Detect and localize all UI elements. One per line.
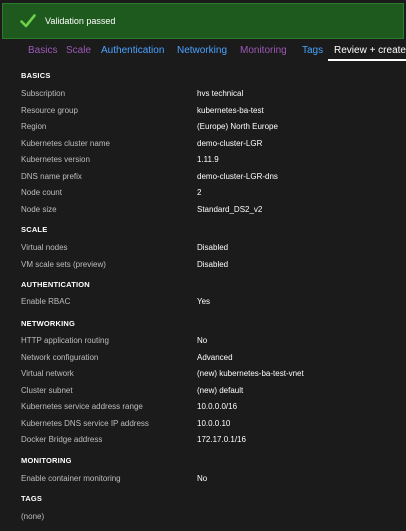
value-vm-scale-sets: Disabled bbox=[197, 260, 229, 269]
label-network-configuration: Network configuration bbox=[21, 353, 99, 362]
validation-text: Validation passed bbox=[45, 16, 116, 26]
label-subscription: Subscription bbox=[21, 89, 66, 98]
wizard-tabs: Basics Scale Authentication Networking M… bbox=[0, 40, 406, 62]
value-node-size: Standard_DS2_v2 bbox=[197, 205, 263, 214]
value-dns-prefix: demo-cluster-LGR-dns bbox=[197, 172, 278, 181]
tab-review-create[interactable]: Review + create bbox=[334, 44, 406, 58]
section-title-authentication: AUTHENTICATION bbox=[21, 280, 90, 289]
label-docker-bridge: Docker Bridge address bbox=[21, 435, 103, 444]
value-resource-group: kubernetes-ba-test bbox=[197, 106, 264, 115]
value-service-address-range: 10.0.0.0/16 bbox=[197, 402, 238, 411]
label-virtual-nodes: Virtual nodes bbox=[21, 243, 68, 252]
tab-authentication[interactable]: Authentication bbox=[101, 44, 164, 58]
validation-banner: Validation passed bbox=[2, 3, 404, 39]
value-network-configuration: Advanced bbox=[197, 353, 233, 362]
value-region: (Europe) North Europe bbox=[197, 122, 278, 131]
checkmark-icon bbox=[20, 13, 36, 29]
label-cluster-name: Kubernetes cluster name bbox=[21, 139, 110, 148]
label-node-size: Node size bbox=[21, 205, 57, 214]
label-tags-none: (none) bbox=[21, 512, 45, 521]
value-http-routing: No bbox=[197, 336, 208, 345]
label-virtual-network: Virtual network bbox=[21, 369, 74, 378]
label-http-routing: HTTP application routing bbox=[21, 336, 109, 345]
section-title-scale: SCALE bbox=[21, 225, 48, 234]
tab-networking[interactable]: Networking bbox=[177, 44, 227, 58]
label-dns-prefix: DNS name prefix bbox=[21, 172, 82, 181]
label-enable-rbac: Enable RBAC bbox=[21, 297, 71, 306]
label-cluster-subnet: Cluster subnet bbox=[21, 386, 73, 395]
label-container-monitoring: Enable container monitoring bbox=[21, 474, 121, 483]
section-title-networking: NETWORKING bbox=[21, 319, 76, 328]
value-cluster-subnet: (new) default bbox=[197, 386, 244, 395]
label-resource-group: Resource group bbox=[21, 106, 78, 115]
tab-basics[interactable]: Basics bbox=[28, 44, 57, 58]
label-dns-service-ip: Kubernetes DNS service IP address bbox=[21, 419, 149, 428]
label-kubernetes-version: Kubernetes version bbox=[21, 155, 90, 164]
label-node-count: Node count bbox=[21, 188, 62, 197]
section-title-monitoring: MONITORING bbox=[21, 456, 72, 465]
section-title-tags: TAGS bbox=[21, 494, 43, 503]
label-service-address-range: Kubernetes service address range bbox=[21, 402, 143, 411]
tab-scale[interactable]: Scale bbox=[66, 44, 91, 58]
value-enable-rbac: Yes bbox=[197, 297, 211, 306]
tab-tags[interactable]: Tags bbox=[302, 44, 323, 58]
section-title-basics: BASICS bbox=[21, 71, 51, 80]
value-subscription: hvs technical bbox=[197, 89, 244, 98]
value-node-count: 2 bbox=[197, 188, 202, 197]
tab-monitoring[interactable]: Monitoring bbox=[240, 44, 287, 58]
value-virtual-nodes: Disabled bbox=[197, 243, 229, 252]
value-virtual-network: (new) kubernetes-ba-test-vnet bbox=[197, 369, 304, 378]
value-cluster-name: demo-cluster-LGR bbox=[197, 139, 263, 148]
value-kubernetes-version: 1.11.9 bbox=[197, 155, 219, 164]
value-container-monitoring: No bbox=[197, 474, 208, 483]
label-region: Region bbox=[21, 122, 47, 131]
value-dns-service-ip: 10.0.0.10 bbox=[197, 419, 231, 428]
value-docker-bridge: 172.17.0.1/16 bbox=[197, 435, 246, 444]
label-vm-scale-sets: VM scale sets (preview) bbox=[21, 260, 106, 269]
